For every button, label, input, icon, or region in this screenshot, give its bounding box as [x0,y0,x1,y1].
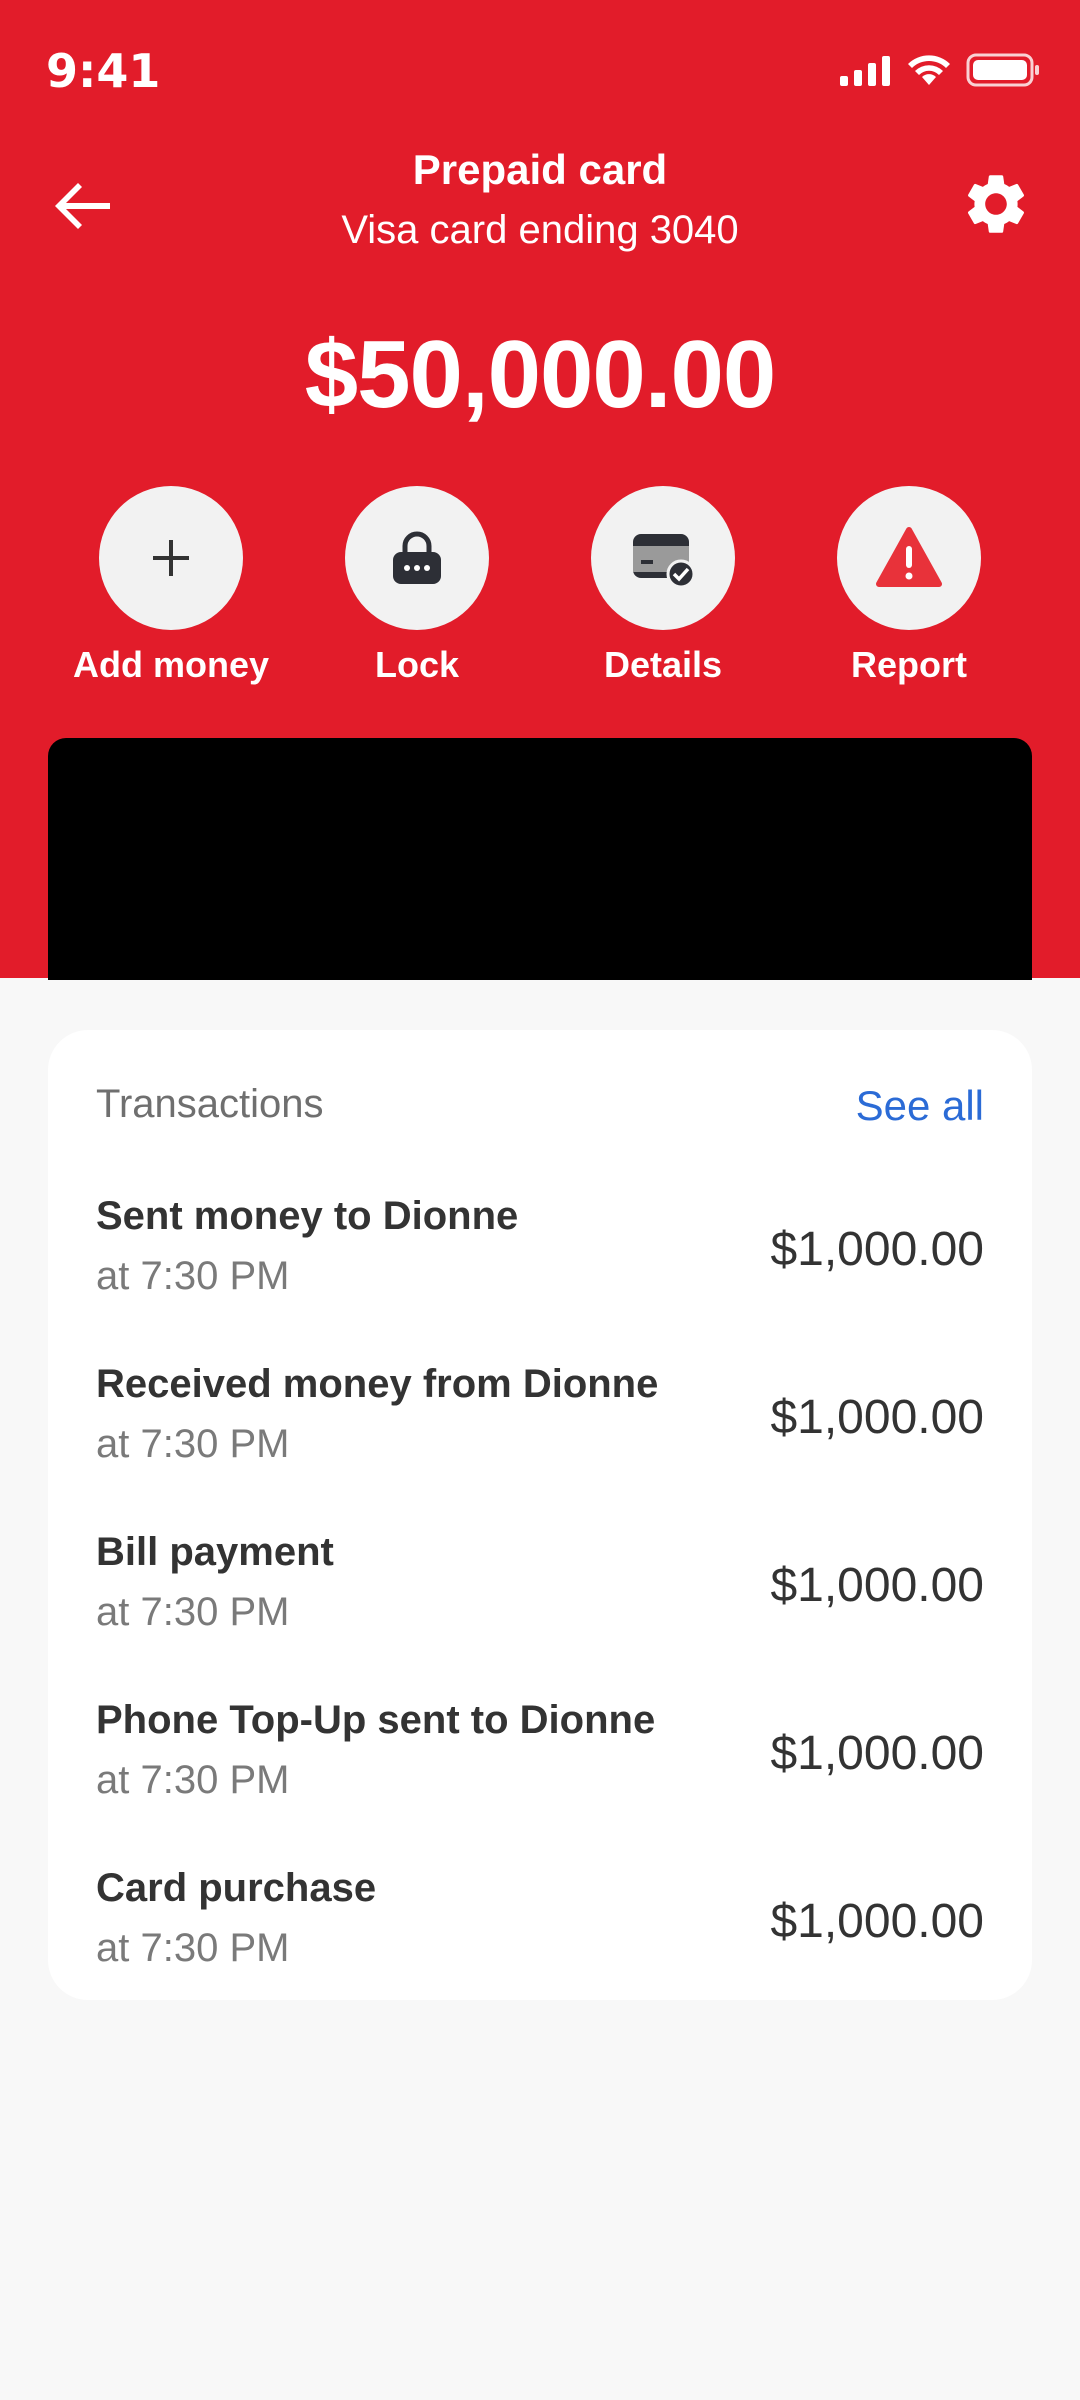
add-money-button[interactable]: Add money [48,486,294,696]
transaction-row[interactable]: Received money from Dionne at 7:30 PM $1… [48,1362,1032,1530]
header-panel: 9:41 Prepaid card Visa card ending 3040 … [0,0,1080,980]
transaction-amount: $1,000.00 [770,1391,984,1444]
add-money-label: Add money [72,644,269,685]
details-circle[interactable] [591,486,735,630]
card-preview[interactable] [48,738,1032,980]
add-money-circle[interactable] [99,486,243,630]
status-bar: 9:41 [0,0,1080,140]
lock-label: Lock [374,644,460,685]
see-all-link[interactable]: See all [856,1082,984,1130]
lock-circle[interactable] [345,486,489,630]
transaction-amount: $1,000.00 [770,1223,984,1276]
report-label: Report [851,644,967,685]
transaction-amount: $1,000.00 [770,1727,984,1780]
report-circle[interactable] [837,486,981,630]
transaction-time: at 7:30 PM [96,1758,290,1802]
transaction-amount: $1,000.00 [770,1895,984,1948]
transactions-card: Transactions See all Sent money to Dionn… [48,1030,1032,2000]
transaction-row[interactable]: Bill payment at 7:30 PM $1,000.00 [48,1530,1032,1698]
signal-icon [840,56,890,86]
card-details-icon [633,534,696,589]
page-subtitle: Visa card ending 3040 [341,208,739,252]
transaction-title: Phone Top-Up sent to Dionne [96,1698,656,1742]
battery-icon [966,53,1039,87]
plus-icon [153,540,189,576]
status-time: 9:41 [46,44,161,98]
balance-amount: $50,000.00 [304,321,776,428]
transaction-row[interactable]: Phone Top-Up sent to Dionne at 7:30 PM $… [48,1698,1032,1866]
status-icons [840,50,1040,90]
transaction-time: at 7:30 PM [96,1254,290,1298]
transaction-time: at 7:30 PM [96,1926,290,1970]
transactions-heading: Transactions [96,1082,324,1126]
report-button[interactable]: Report [786,486,1032,696]
details-label: Details [603,644,723,685]
transaction-row[interactable]: Card purchase at 7:30 PM $1,000.00 [48,1866,1032,2034]
transaction-row[interactable]: Sent money to Dionne at 7:30 PM $1,000.0… [48,1194,1032,1362]
gear-icon [967,175,1025,233]
settings-button[interactable] [960,168,1032,240]
transaction-amount: $1,000.00 [770,1559,984,1612]
transaction-time: at 7:30 PM [96,1422,290,1466]
lock-button[interactable]: Lock [294,486,540,696]
warning-icon [876,527,942,587]
transaction-title: Sent money to Dionne [96,1194,519,1238]
transaction-time: at 7:30 PM [96,1590,290,1634]
transaction-title: Received money from Dionne [96,1362,659,1406]
transaction-title: Bill payment [96,1530,334,1574]
transaction-title: Card purchase [96,1866,377,1910]
quick-actions: Add money Lock Details Report [0,486,1080,706]
details-button[interactable]: Details [540,486,786,696]
lock-icon [393,531,441,584]
wifi-icon [908,55,950,85]
page-title: Prepaid card [412,146,668,193]
